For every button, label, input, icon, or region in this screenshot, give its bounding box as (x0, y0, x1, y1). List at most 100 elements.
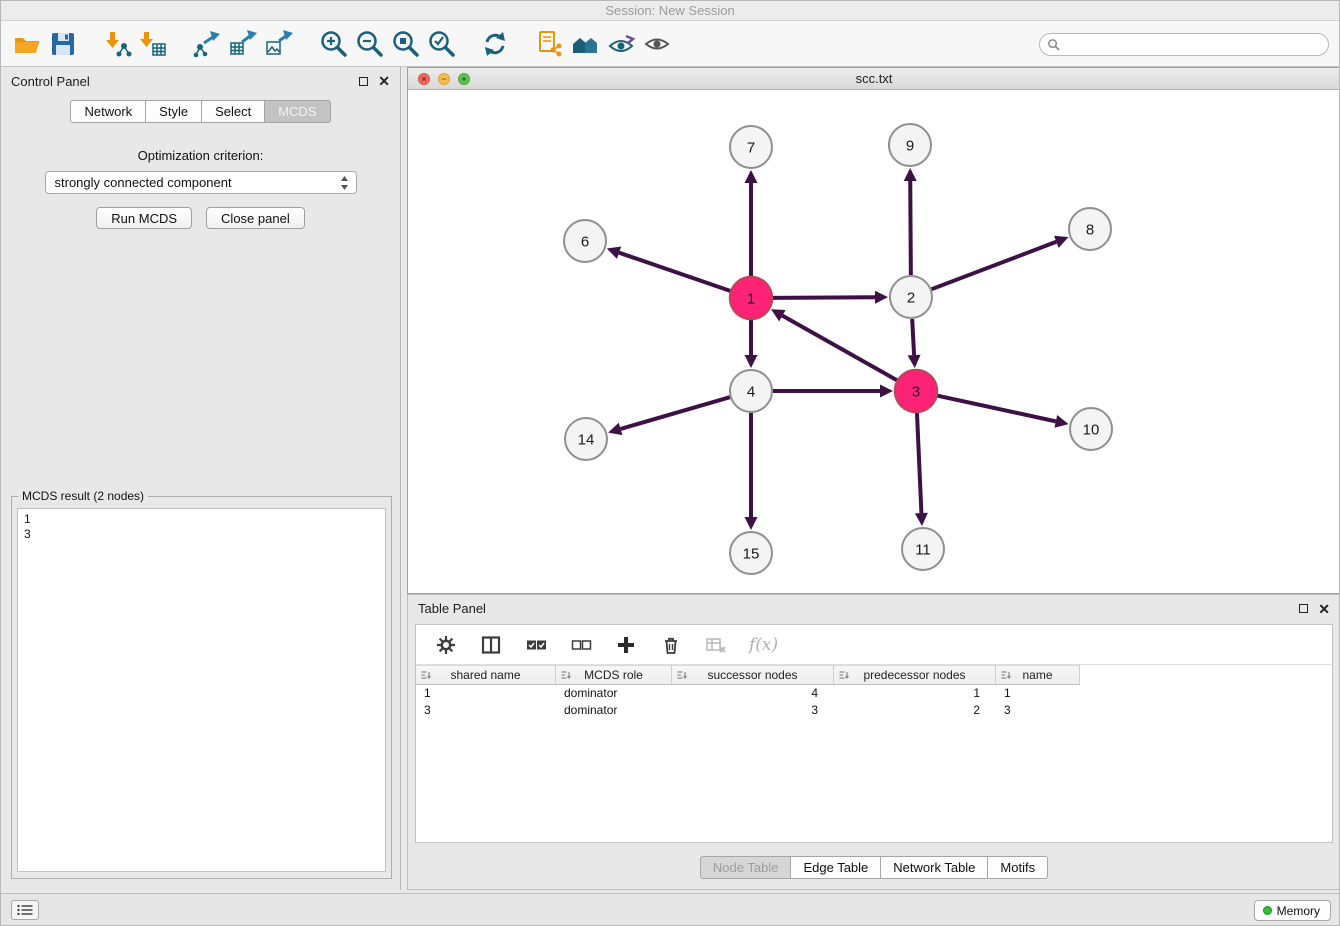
graph-node-6[interactable]: 6 (564, 220, 606, 262)
export-network-icon[interactable] (189, 26, 225, 62)
memory-button[interactable]: Memory (1254, 900, 1331, 921)
memory-label: Memory (1277, 904, 1320, 918)
graph-node-4[interactable]: 4 (730, 370, 772, 412)
network-canvas[interactable]: 7 9 6 8 1 2 4 3 14 10 15 11 (408, 90, 1340, 593)
show-columns-icon[interactable] (479, 633, 503, 657)
graph-edge-3-1[interactable] (771, 309, 897, 380)
search-input[interactable] (1039, 33, 1329, 56)
delete-row-icon[interactable] (659, 633, 683, 657)
zoom-selected-icon[interactable] (423, 26, 459, 62)
graph-node-11[interactable]: 11 (902, 528, 944, 570)
graph-edge-1-4[interactable] (745, 320, 758, 368)
close-window-icon[interactable]: × (418, 73, 430, 85)
column-header-successor-nodes[interactable]: successor nodes (672, 665, 834, 685)
console-list-icon[interactable] (11, 900, 39, 920)
table-cell[interactable]: dominator (556, 685, 672, 702)
graph-node-8[interactable]: 8 (1069, 208, 1111, 250)
graph-edge-4-14[interactable] (608, 397, 730, 435)
network-window-titlebar[interactable]: × − + scc.txt (408, 68, 1340, 90)
close-table-panel-icon[interactable]: ✕ (1318, 604, 1330, 614)
network-canvas-area[interactable]: 7 9 6 8 1 2 4 3 14 10 15 11 (408, 90, 1340, 593)
window-title: Session: New Session (1, 1, 1339, 21)
float-panel-icon[interactable] (359, 77, 368, 86)
graph-node-14[interactable]: 14 (565, 418, 607, 460)
graph-edge-1-2[interactable] (773, 291, 888, 304)
graph-edge-2-8[interactable] (932, 236, 1069, 289)
table-cell[interactable]: 1 (996, 685, 1080, 702)
tab-edge-table[interactable]: Edge Table (791, 856, 881, 879)
minimize-window-icon[interactable]: − (438, 73, 450, 85)
import-network-from-file-icon[interactable] (99, 26, 135, 62)
graph-edge-3-10[interactable] (937, 396, 1068, 428)
graph-node-15[interactable]: 15 (730, 532, 772, 574)
table-cell[interactable]: dominator (556, 702, 672, 719)
export-image-icon[interactable] (261, 26, 297, 62)
select-all-icon[interactable] (524, 633, 548, 657)
table-options-gear-icon[interactable] (434, 633, 458, 657)
style-preview-icon[interactable] (603, 26, 639, 62)
eye-icon[interactable] (639, 26, 675, 62)
table-cell[interactable]: 4 (672, 685, 834, 702)
graph-node-10[interactable]: 10 (1070, 408, 1112, 450)
add-row-icon[interactable] (614, 633, 638, 657)
column-header-name[interactable]: name (996, 665, 1080, 685)
table-cell[interactable]: 3 (416, 702, 556, 719)
apply-layout-icon[interactable] (477, 26, 513, 62)
float-table-panel-icon[interactable] (1299, 604, 1308, 613)
tab-select[interactable]: Select (202, 100, 265, 123)
maximize-window-icon[interactable]: + (458, 73, 470, 85)
close-panel-button[interactable]: Close panel (206, 207, 305, 229)
import-table-from-file-icon[interactable] (135, 26, 171, 62)
tab-network[interactable]: Network (70, 100, 146, 123)
column-header-mcds-role[interactable]: MCDS role (556, 665, 672, 685)
tab-motifs[interactable]: Motifs (988, 856, 1048, 879)
table-cell[interactable]: 1 (416, 685, 556, 702)
open-file-icon[interactable] (9, 26, 45, 62)
table-cell[interactable]: 2 (834, 702, 996, 719)
graph-node-3[interactable]: 3 (895, 370, 937, 412)
tab-mcds[interactable]: MCDS (265, 100, 330, 123)
graph-node-2[interactable]: 2 (890, 276, 932, 318)
save-session-icon[interactable] (45, 26, 81, 62)
import-network-from-database-icon[interactable] (531, 26, 567, 62)
svg-text:10: 10 (1083, 421, 1100, 438)
tab-node-table[interactable]: Node Table (700, 856, 792, 879)
column-header-predecessor-nodes[interactable]: predecessor nodes (834, 665, 996, 685)
tab-style[interactable]: Style (146, 100, 202, 123)
graph-edge-3-11[interactable] (915, 413, 928, 526)
graph-node-1[interactable]: 1 (730, 277, 772, 319)
table-cell[interactable]: 3 (996, 702, 1080, 719)
zoom-fit-icon[interactable] (387, 26, 423, 62)
close-panel-icon[interactable]: ✕ (378, 76, 390, 86)
column-sort-icon[interactable] (676, 670, 687, 684)
zoom-out-icon[interactable] (351, 26, 387, 62)
column-sort-icon[interactable] (838, 670, 849, 684)
memory-status-icon (1263, 906, 1272, 915)
column-sort-icon[interactable] (1000, 670, 1011, 684)
table-row[interactable]: 1dominator411 (416, 685, 1080, 702)
table-row[interactable]: 3dominator323 (416, 702, 1080, 719)
column-sort-icon[interactable] (420, 670, 431, 684)
tab-network-table[interactable]: Network Table (881, 856, 988, 879)
optimization-criterion-select[interactable]: strongly connected component (45, 171, 357, 194)
graph-edge-2-3[interactable] (908, 319, 921, 368)
export-table-icon[interactable] (225, 26, 261, 62)
graph-edge-1-6[interactable] (607, 247, 730, 291)
graph-edge-1-7[interactable] (745, 170, 758, 276)
column-header-shared-name[interactable]: shared name (416, 665, 556, 685)
table-cell[interactable]: 3 (672, 702, 834, 719)
main-toolbar (1, 21, 1339, 67)
mcds-result-text[interactable]: 13 (17, 508, 386, 872)
graph-edge-4-15[interactable] (745, 413, 758, 530)
run-mcds-button[interactable]: Run MCDS (96, 207, 192, 229)
graph-node-7[interactable]: 7 (730, 126, 772, 168)
column-sort-icon[interactable] (560, 670, 571, 684)
deselect-all-icon[interactable] (569, 633, 593, 657)
graph-edge-2-9[interactable] (904, 168, 917, 275)
graph-node-9[interactable]: 9 (889, 124, 931, 166)
graph-edge-4-3[interactable] (773, 385, 893, 398)
table-tabs: Node Table Edge Table Network Table Moti… (408, 856, 1340, 879)
network-overview-icon[interactable] (567, 26, 603, 62)
zoom-in-icon[interactable] (315, 26, 351, 62)
table-cell[interactable]: 1 (834, 685, 996, 702)
